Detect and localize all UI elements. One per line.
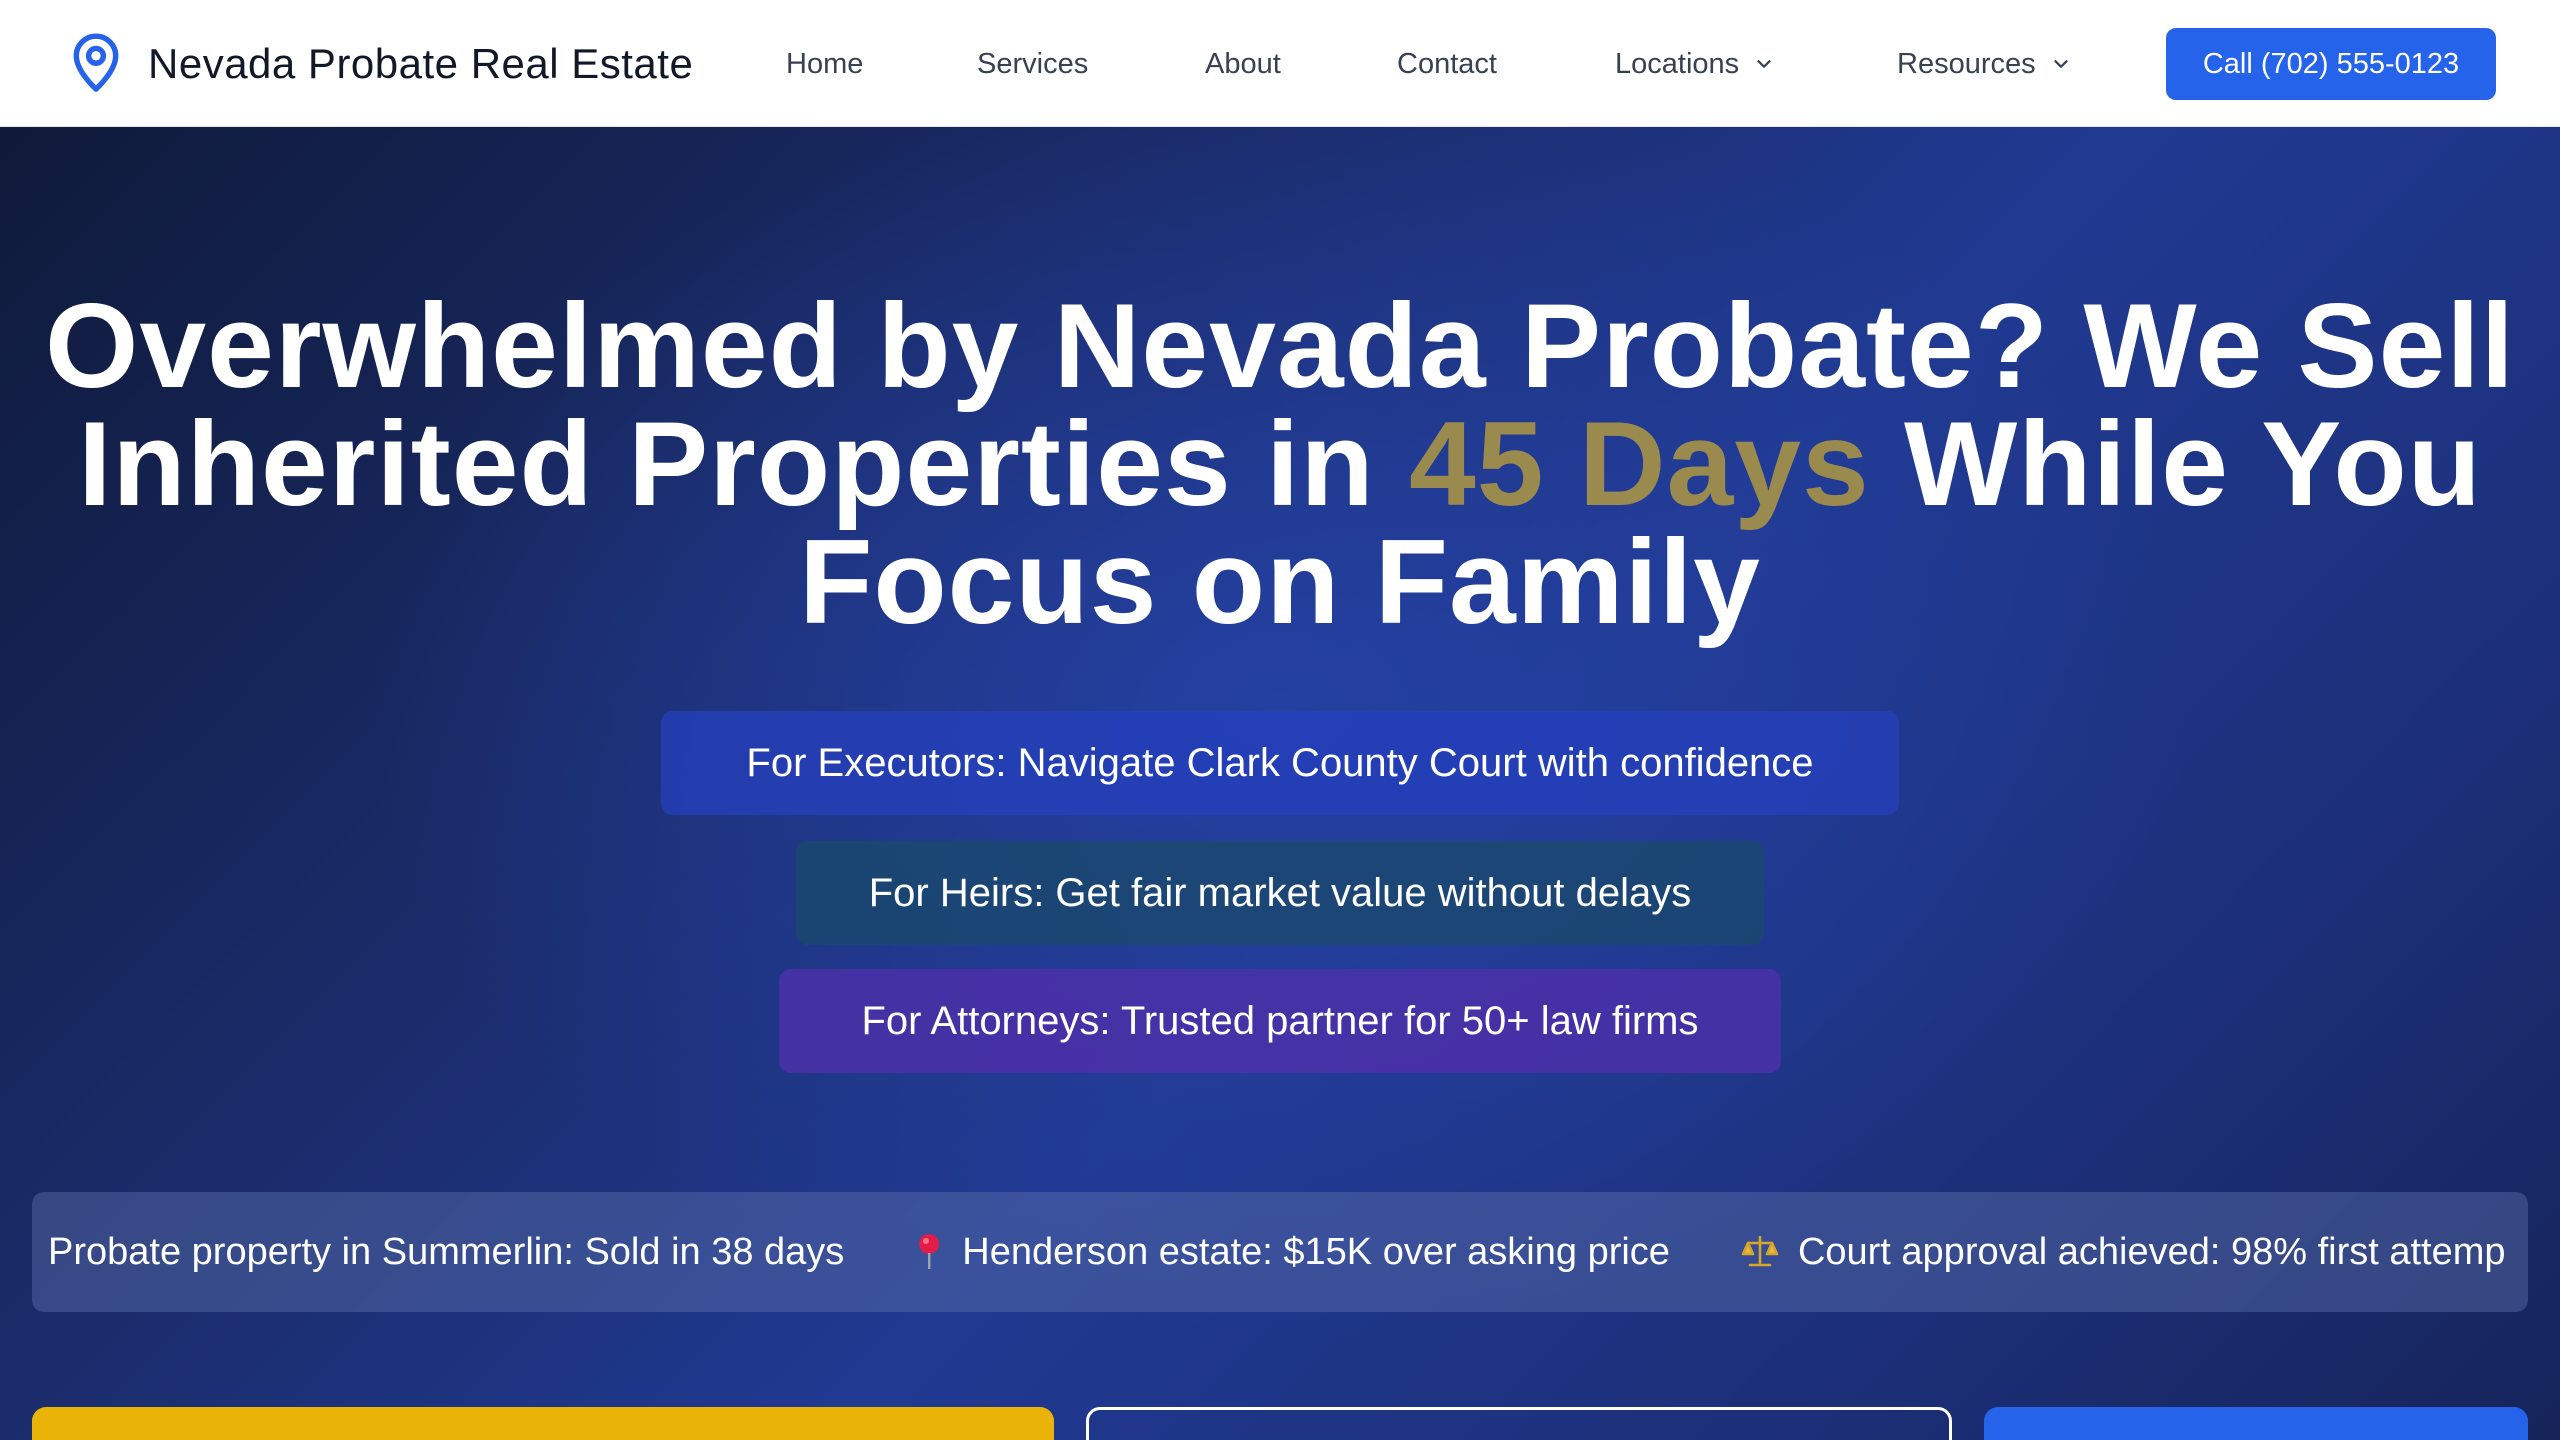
nav-label: Contact bbox=[1397, 48, 1497, 80]
nav-resources-dropdown[interactable]: Resources bbox=[1897, 40, 2072, 88]
audience-executors-pill: For Executors: Navigate Clark County Cou… bbox=[661, 711, 1899, 815]
ticker-track: Probate property in Summerlin: Sold in 3… bbox=[48, 1192, 2528, 1312]
nav-contact-link[interactable]: Contact bbox=[1397, 40, 1497, 88]
hero-section: Overwhelmed by Nevada Probate? We Sell I… bbox=[0, 127, 2560, 1440]
results-ticker: Probate property in Summerlin: Sold in 3… bbox=[32, 1192, 2528, 1312]
nav-label: About bbox=[1205, 48, 1281, 80]
headline-accent: 45 Days bbox=[1409, 397, 1870, 531]
secondary-cta-button[interactable] bbox=[1086, 1407, 1952, 1440]
nav-home-link[interactable]: Home bbox=[786, 40, 863, 88]
nav-services-link[interactable]: Services bbox=[977, 40, 1088, 88]
chevron-down-icon bbox=[2053, 60, 2068, 68]
nav-locations-dropdown[interactable]: Locations bbox=[1615, 40, 1775, 88]
pushpin-icon bbox=[914, 1232, 944, 1272]
brand-name: Nevada Probate Real Estate bbox=[148, 40, 694, 87]
hero-headline: Overwhelmed by Nevada Probate? We Sell I… bbox=[20, 286, 2540, 642]
ticker-item: Henderson estate: $15K over asking price bbox=[914, 1231, 1670, 1274]
top-navigation: Nevada Probate Real Estate Home Services… bbox=[0, 0, 2560, 127]
ticker-text: Probate property in Summerlin: Sold in 3… bbox=[48, 1230, 845, 1273]
nav-label: Locations bbox=[1615, 48, 1740, 80]
map-pin-icon bbox=[66, 30, 126, 99]
nav-label: Resources bbox=[1897, 48, 2036, 80]
audience-attorneys-pill: For Attorneys: Trusted partner for 50+ l… bbox=[779, 969, 1781, 1073]
primary-cta-button[interactable] bbox=[32, 1407, 1054, 1440]
nav-label: Services bbox=[977, 48, 1089, 80]
tertiary-cta-button[interactable] bbox=[1984, 1407, 2528, 1440]
ticker-text: Henderson estate: $15K over asking price bbox=[962, 1230, 1670, 1273]
call-phone-button[interactable]: Call (702) 555-0123 bbox=[2166, 28, 2496, 100]
nav-about-link[interactable]: About bbox=[1205, 40, 1281, 88]
ticker-item: Probate property in Summerlin: Sold in 3… bbox=[48, 1231, 844, 1274]
scales-icon bbox=[1740, 1232, 1780, 1272]
chevron-down-icon bbox=[1757, 60, 1771, 68]
brand-logo-link[interactable]: Nevada Probate Real Estate bbox=[66, 32, 693, 96]
ticker-text: Court approval achieved: 98% first attem… bbox=[1797, 1230, 2506, 1273]
audience-heirs-pill: For Heirs: Get fair market value without… bbox=[796, 841, 1764, 945]
ticker-item: Court approval achieved: 98% first attem… bbox=[1740, 1231, 2506, 1274]
nav-label: Home bbox=[786, 48, 864, 80]
